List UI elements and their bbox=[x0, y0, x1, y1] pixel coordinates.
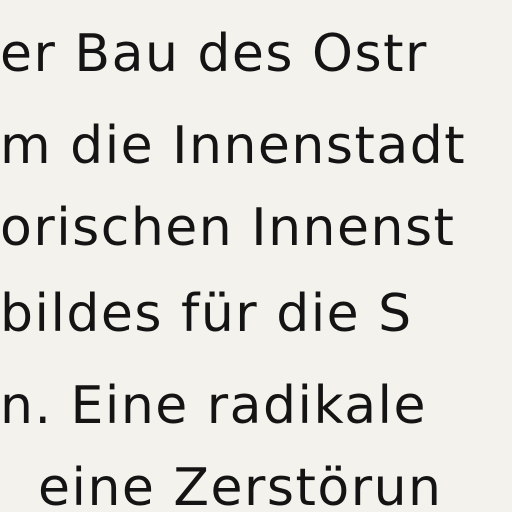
text-line-4: bildes für die S bbox=[0, 284, 413, 344]
document-page: er Bau des Ostr m die Innenstadt orische… bbox=[0, 0, 512, 512]
text-line-1: er Bau des Ostr bbox=[0, 24, 428, 84]
text-line-3: orischen Innenst bbox=[0, 198, 456, 258]
text-line-5: n. Eine radikale bbox=[0, 376, 427, 436]
text-line-2: m die Innenstadt bbox=[0, 116, 467, 176]
text-line-6: eine Zerstörun bbox=[38, 458, 443, 512]
